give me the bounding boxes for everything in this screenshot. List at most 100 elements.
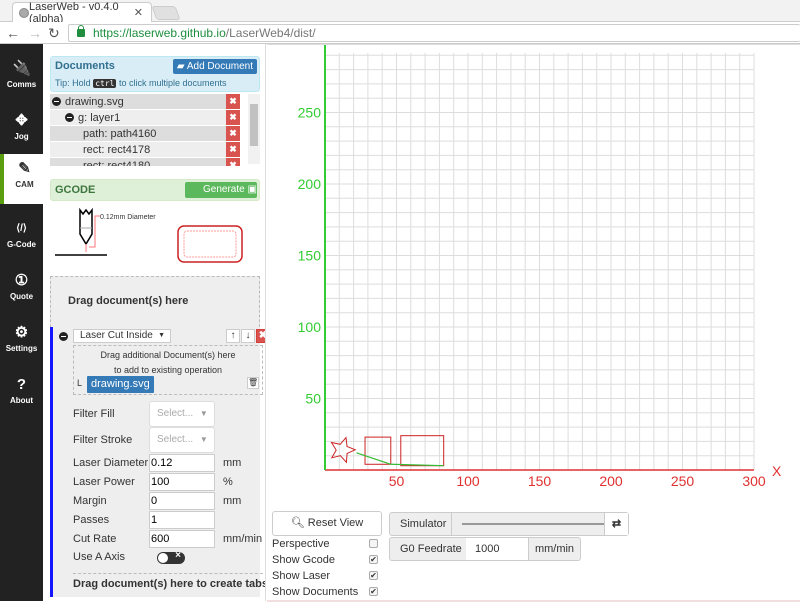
delete-icon[interactable]: ✖	[226, 94, 240, 109]
filter-fill-select[interactable]: Select... ▼	[149, 401, 215, 427]
tree-row[interactable]: g: layer1 ✖	[50, 110, 240, 126]
sidebar-item-gcode[interactable]: ⟨/⟩ G-Code	[0, 214, 43, 266]
tree-label: g: layer1	[78, 112, 121, 124]
laser-diameter-input[interactable]	[149, 454, 215, 472]
select-placeholder: Select...	[157, 408, 194, 419]
use-a-axis-toggle[interactable]	[157, 550, 185, 564]
url-host: laserweb.github.io	[129, 26, 226, 40]
viewport-controls: 🔍︎ Reset View Perspective Show Gcode ✔ Sh…	[267, 506, 800, 602]
save-icon[interactable]: ▣	[247, 184, 256, 195]
caret-down-icon: ▼	[158, 332, 165, 339]
gcode-header: GCODE Generate ▣	[50, 179, 260, 201]
caret-down-icon: ▼	[199, 435, 208, 444]
back-icon[interactable]: ←	[6, 25, 20, 41]
caret-down-icon: ▼	[199, 409, 208, 418]
collapse-icon[interactable]	[65, 113, 74, 122]
cut-rate-input[interactable]	[149, 530, 215, 548]
tip-text: Tip: Hold ctrl to click multiple documen…	[55, 78, 227, 88]
collapse-icon[interactable]	[52, 97, 61, 106]
new-tab-button[interactable]	[151, 6, 181, 20]
close-tab-icon[interactable]: ✕	[134, 6, 143, 19]
operation-type-select[interactable]: Laser Cut Inside ▼	[73, 329, 171, 343]
x-tick-label: 100	[456, 473, 480, 489]
show-documents-checkbox[interactable]: ✔	[369, 587, 378, 596]
margin-input[interactable]	[149, 492, 215, 510]
tree-row[interactable]: rect: rect4178 ✖	[50, 142, 240, 158]
simulator-slider[interactable]	[462, 523, 607, 525]
reset-view-label: Reset View	[307, 517, 364, 529]
x-tick-label: 300	[742, 473, 766, 489]
filter-stroke-select[interactable]: Select... ▼	[149, 427, 215, 453]
laser-power-input[interactable]	[149, 473, 215, 491]
show-laser-checkbox[interactable]: ✔	[369, 571, 378, 580]
tabs-dropzone[interactable]: Drag document(s) here to create tabs	[73, 573, 265, 593]
lock-icon	[77, 25, 85, 37]
browser-tab[interactable]: LaserWeb - v0.4.0 (alpha) ✕	[12, 1, 152, 25]
reset-view-button[interactable]: 🔍︎ Reset View	[272, 511, 382, 536]
delete-icon[interactable]: ✖	[226, 110, 240, 125]
sidebar-item-comms[interactable]: 🔌 Comms	[0, 54, 43, 106]
move-down-button[interactable]: ↓	[241, 329, 255, 343]
document-dropzone[interactable]: Drag document(s) here	[50, 276, 260, 332]
sidebar-label: Quote	[9, 292, 34, 301]
url-field[interactable]: https://laserweb.github.io/LaserWeb4/dis…	[68, 24, 800, 42]
y-tick-label: 250	[298, 105, 322, 121]
add-document-button[interactable]: ▰ Add Document	[172, 59, 257, 74]
search-icon: 🔍︎	[290, 517, 305, 529]
show-documents-row: Show Documents ✔	[272, 586, 378, 598]
delete-operation-button[interactable]: ✖	[256, 329, 265, 343]
workspace-viewport[interactable]: 50 100 150 200 250 300 X 50 100 150 200 250	[267, 44, 800, 506]
operation-dropzone[interactable]: Drag additional Document(s) here to add …	[73, 345, 263, 395]
sidebar-item-quote[interactable]: ① Quote	[0, 266, 43, 318]
ctrl-key: ctrl	[93, 79, 117, 88]
operation-document-chip[interactable]: drawing.svg	[87, 376, 154, 393]
generate-button[interactable]: Generate ▣	[185, 182, 257, 198]
laser-head-icon	[79, 207, 93, 246]
tip-suffix: to click multiple documents	[118, 78, 227, 88]
move-up-button[interactable]: ↑	[226, 329, 240, 343]
workspace-grid[interactable]: 50 100 150 200 250 300 X 50 100 150 200 250	[267, 45, 800, 507]
sidebar-item-jog[interactable]: ✥ Jog	[0, 106, 43, 158]
gears-icon: ⚙	[14, 324, 29, 341]
tree-label: rect: rect4180	[83, 160, 151, 166]
document-tree: drawing.svg ✖ g: layer1 ✖ path: path4160 ✖ …	[50, 94, 260, 166]
field-label: Filter Stroke	[73, 434, 133, 446]
swap-icon[interactable]: ⇄	[604, 513, 628, 535]
simulator-control: Simulator ⇄	[389, 512, 629, 536]
sidebar-label: About	[9, 396, 34, 405]
delete-icon[interactable]: ✖	[226, 142, 240, 157]
sidebar-item-cam[interactable]: ✎ CAM	[0, 154, 45, 204]
tree-label: rect: rect4178	[83, 144, 151, 156]
check-label: Show Laser	[272, 570, 331, 582]
y-tick-label: 200	[298, 176, 322, 192]
url-scheme: https://	[93, 26, 130, 40]
trash-icon[interactable]: 🗑	[247, 377, 259, 389]
delete-icon[interactable]: ✖	[226, 126, 240, 141]
tip-prefix: Tip: Hold	[55, 78, 91, 88]
code-file-icon: ⟨/⟩	[16, 223, 27, 234]
forward-icon[interactable]: →	[28, 25, 42, 41]
perspective-checkbox[interactable]	[369, 539, 378, 548]
documents-title: Documents	[55, 60, 115, 72]
feedrate-input[interactable]: 1000	[466, 538, 528, 560]
delete-icon[interactable]: ✖	[226, 158, 240, 166]
x-tick-label: 250	[671, 473, 695, 489]
tree-row[interactable]: path: path4160 ✖	[50, 126, 240, 142]
field-label: Laser Diameter	[73, 457, 149, 469]
field-unit: mm	[223, 495, 242, 507]
tree-row[interactable]: rect: rect4180 ✖	[50, 158, 240, 166]
collapse-icon[interactable]	[59, 332, 68, 341]
check-label: Perspective	[272, 538, 330, 550]
field-label: Cut Rate	[73, 533, 117, 545]
favicon-icon	[19, 8, 29, 18]
simulator-label: Simulator	[390, 513, 452, 535]
sidebar-item-about[interactable]: ? About	[0, 370, 43, 422]
passes-input[interactable]	[149, 511, 215, 529]
tree-scrollbar[interactable]	[248, 94, 260, 164]
tree-label: path: path4160	[83, 128, 157, 140]
tree-row[interactable]: drawing.svg ✖	[50, 94, 240, 110]
show-gcode-checkbox[interactable]: ✔	[369, 555, 378, 564]
reload-icon[interactable]: ↻	[48, 25, 60, 42]
scrollbar-thumb[interactable]	[250, 104, 258, 146]
sidebar-item-settings[interactable]: ⚙ Settings	[0, 318, 43, 370]
